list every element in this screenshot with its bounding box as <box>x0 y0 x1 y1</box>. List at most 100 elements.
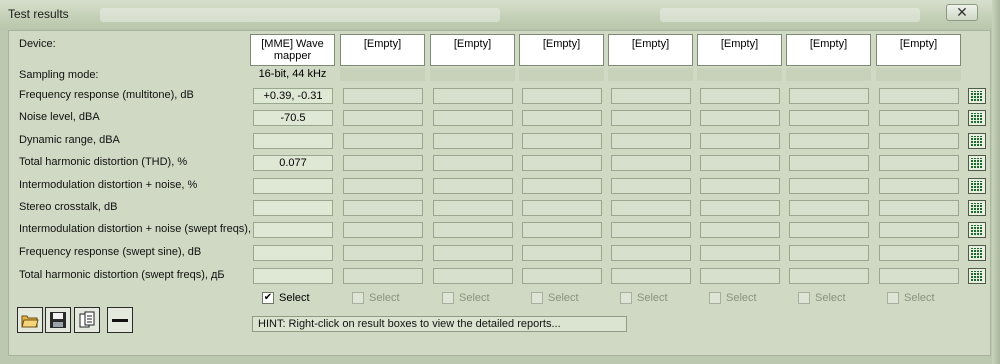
remove-button[interactable] <box>107 307 133 333</box>
device-box[interactable]: [Empty] <box>786 34 871 66</box>
result-box[interactable] <box>789 268 869 284</box>
result-box[interactable] <box>700 88 780 104</box>
result-box[interactable] <box>522 222 602 238</box>
result-box[interactable] <box>343 200 423 216</box>
result-box[interactable] <box>700 222 780 238</box>
result-box[interactable] <box>611 133 691 149</box>
result-box[interactable] <box>433 110 513 126</box>
sampling-mode-cell: 16-bit, 44 kHz <box>258 68 327 80</box>
result-box[interactable] <box>700 155 780 171</box>
result-box[interactable] <box>611 222 691 238</box>
result-box[interactable] <box>879 268 959 284</box>
result-box[interactable] <box>611 178 691 194</box>
view-report-button[interactable] <box>968 155 986 171</box>
result-box[interactable] <box>343 133 423 149</box>
result-box[interactable] <box>522 155 602 171</box>
result-box[interactable] <box>789 222 869 238</box>
result-box[interactable] <box>700 110 780 126</box>
result-box[interactable] <box>611 245 691 261</box>
view-report-button[interactable] <box>968 133 986 149</box>
result-box[interactable]: +0.39, -0.31 <box>253 88 333 104</box>
result-box[interactable] <box>879 178 959 194</box>
result-box[interactable] <box>879 200 959 216</box>
save-button[interactable] <box>45 307 71 333</box>
result-box[interactable] <box>522 110 602 126</box>
result-box[interactable] <box>611 110 691 126</box>
result-box[interactable] <box>700 268 780 284</box>
result-box[interactable] <box>789 110 869 126</box>
view-report-button[interactable] <box>968 178 986 194</box>
result-box[interactable] <box>700 133 780 149</box>
device-box[interactable]: [MME] Wave mapper <box>250 34 335 66</box>
result-box[interactable] <box>522 178 602 194</box>
close-button[interactable]: ✕ <box>946 4 978 21</box>
result-box[interactable] <box>253 200 333 216</box>
result-box[interactable] <box>522 200 602 216</box>
result-box[interactable]: 0.077 <box>253 155 333 171</box>
result-box[interactable] <box>522 88 602 104</box>
result-box[interactable] <box>253 268 333 284</box>
device-box[interactable]: [Empty] <box>697 34 782 66</box>
view-report-button[interactable] <box>968 200 986 216</box>
result-box[interactable] <box>343 245 423 261</box>
result-box[interactable] <box>789 133 869 149</box>
result-box[interactable] <box>700 200 780 216</box>
view-report-button[interactable] <box>968 88 986 104</box>
result-box[interactable] <box>343 268 423 284</box>
copy-button[interactable] <box>74 307 100 333</box>
result-box[interactable] <box>879 155 959 171</box>
result-box[interactable] <box>433 268 513 284</box>
result-box[interactable] <box>343 222 423 238</box>
result-box[interactable] <box>879 88 959 104</box>
device-box[interactable]: [Empty] <box>340 34 425 66</box>
result-box[interactable] <box>611 200 691 216</box>
result-box[interactable] <box>879 245 959 261</box>
view-report-button[interactable] <box>968 268 986 284</box>
device-box[interactable]: [Empty] <box>519 34 604 66</box>
result-box[interactable] <box>700 245 780 261</box>
result-box[interactable] <box>343 110 423 126</box>
device-box[interactable]: [Empty] <box>430 34 515 66</box>
view-report-button[interactable] <box>968 110 986 126</box>
result-box[interactable] <box>879 133 959 149</box>
chart-report-icon <box>971 91 983 101</box>
result-box[interactable] <box>611 268 691 284</box>
result-box[interactable] <box>343 88 423 104</box>
view-report-button[interactable] <box>968 245 986 261</box>
result-box[interactable] <box>433 155 513 171</box>
result-box[interactable] <box>253 133 333 149</box>
result-box[interactable] <box>433 178 513 194</box>
result-box[interactable] <box>253 178 333 194</box>
result-box[interactable] <box>879 222 959 238</box>
result-box[interactable] <box>433 245 513 261</box>
result-box[interactable] <box>611 88 691 104</box>
result-box[interactable] <box>522 268 602 284</box>
device-box[interactable]: [Empty] <box>876 34 961 66</box>
result-box[interactable] <box>789 88 869 104</box>
device-box[interactable]: [Empty] <box>608 34 693 66</box>
result-box[interactable] <box>789 155 869 171</box>
result-box[interactable] <box>700 178 780 194</box>
sampling-mode-cell <box>340 68 425 81</box>
result-box[interactable] <box>253 222 333 238</box>
result-box[interactable] <box>343 178 423 194</box>
result-box[interactable] <box>433 133 513 149</box>
result-box[interactable] <box>611 155 691 171</box>
view-report-button[interactable] <box>968 222 986 238</box>
result-box[interactable] <box>343 155 423 171</box>
select-checkbox[interactable]: ✔ Select <box>262 292 310 304</box>
result-box[interactable] <box>522 133 602 149</box>
checkmark-icon[interactable]: ✔ <box>262 292 274 304</box>
test-row-label: Dynamic range, dBA <box>19 134 120 146</box>
open-button[interactable] <box>17 307 43 333</box>
result-box[interactable] <box>789 178 869 194</box>
result-box[interactable] <box>433 200 513 216</box>
result-box[interactable]: -70.5 <box>253 110 333 126</box>
result-box[interactable] <box>433 88 513 104</box>
result-box[interactable] <box>879 110 959 126</box>
result-box[interactable] <box>433 222 513 238</box>
result-box[interactable] <box>789 245 869 261</box>
result-box[interactable] <box>789 200 869 216</box>
result-box[interactable] <box>253 245 333 261</box>
result-box[interactable] <box>522 245 602 261</box>
